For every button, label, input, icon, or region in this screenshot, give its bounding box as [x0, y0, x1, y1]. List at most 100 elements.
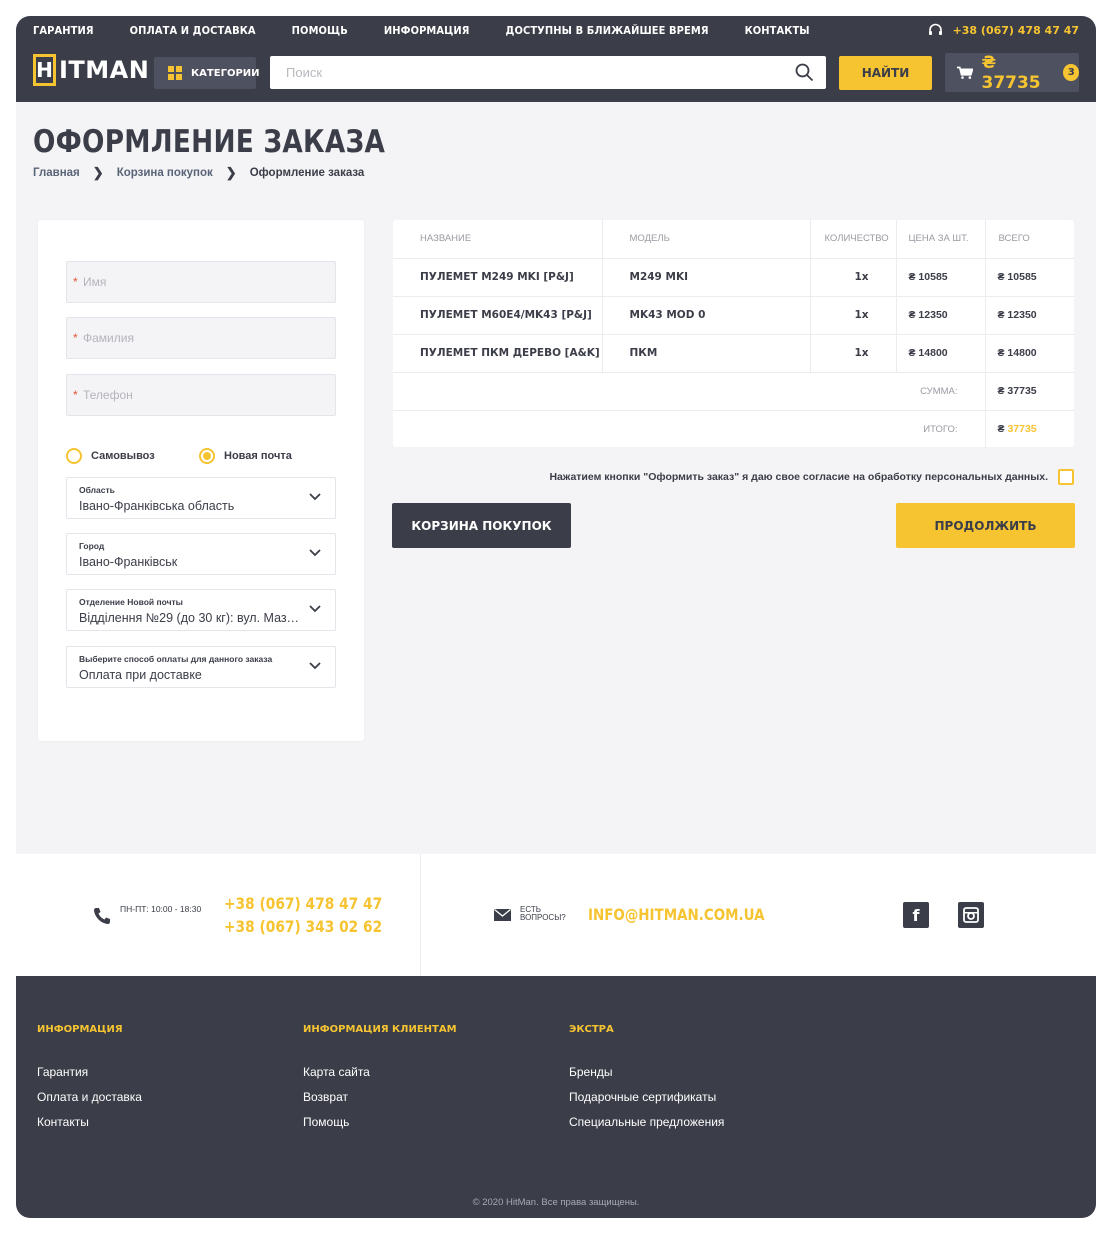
city-select-label: Город — [79, 541, 105, 551]
grand-total-value: ₴ 37735 — [984, 410, 1074, 448]
breadcrumb-cart[interactable]: Корзина покупок — [117, 167, 213, 179]
consent-text: Нажатием кнопки "Оформить заказ" я даю с… — [549, 471, 1048, 483]
copyright: © 2020 HitMan. Все права защищены. — [472, 1197, 640, 1208]
last-name-input[interactable] — [67, 318, 335, 358]
table-row: Пулемет ПКМ дерево [A&K] ПКМ 1x ₴ 14800 … — [393, 334, 1074, 373]
sum-value: ₴ 37735 — [984, 372, 1074, 411]
logo[interactable]: H ITMAN — [33, 54, 149, 86]
chevron-down-icon — [309, 662, 321, 670]
chevron-down-icon — [309, 549, 321, 557]
nav-info[interactable]: Информация — [384, 24, 470, 37]
payment-select[interactable]: Выберите способ оплаты для данного заказ… — [66, 646, 336, 688]
footer-col-clients: Информация клиентам Карта сайта Возврат … — [303, 1024, 457, 1140]
nav-contacts[interactable]: Контакты — [745, 24, 810, 37]
chevron-down-icon — [309, 605, 321, 613]
product-total: ₴ 14800 — [984, 334, 1074, 373]
breadcrumb: Главная ❯ Корзина покупок ❯ Оформление з… — [33, 165, 364, 181]
city-select[interactable]: Город Івано-Франківськ — [66, 533, 336, 575]
footer-phone-2[interactable]: +38 (067) 343 02 62 — [224, 915, 382, 938]
footer-link[interactable]: Карта сайта — [303, 1065, 457, 1079]
grid-icon — [168, 66, 182, 80]
search-box — [270, 56, 826, 89]
radio-circle — [66, 448, 82, 464]
instagram-glyph — [963, 907, 979, 923]
last-name-field: * — [66, 317, 336, 359]
phone-field: * — [66, 374, 336, 416]
continue-button[interactable]: Продолжить — [896, 503, 1075, 548]
product-price: ₴ 10585 — [895, 258, 985, 297]
radio-pickup[interactable]: Самовывоз — [66, 448, 199, 464]
product-name[interactable]: Пулемет M60E4/MK43 [P&J] — [393, 296, 602, 335]
logo-word: ITMAN — [59, 56, 150, 84]
delivery-options: Самовывоз Новая почта — [66, 448, 336, 464]
branch-select[interactable]: Отделение Новой почты Відділення №29 (до… — [66, 589, 336, 631]
required-mark: * — [73, 331, 78, 345]
region-select[interactable]: Область Івано-Франківська область — [66, 477, 336, 519]
nav-warranty[interactable]: Гарантия — [33, 24, 94, 37]
chevron-down-icon — [309, 493, 321, 501]
region-select-value: Івано-Франківська область — [79, 499, 235, 513]
consent-checkbox[interactable] — [1058, 469, 1074, 485]
first-name-field: * — [66, 261, 336, 303]
instagram-icon[interactable] — [958, 902, 984, 928]
categories-label: Категории — [191, 67, 260, 79]
divider — [420, 854, 421, 976]
footer-link[interactable]: Оплата и доставка — [37, 1090, 142, 1104]
product-qty: 1x — [809, 334, 896, 373]
nav-payment-delivery[interactable]: Оплата и доставка — [130, 24, 256, 37]
chevron-right-icon: ❯ — [225, 165, 237, 180]
branch-select-label: Отделение Новой почты — [79, 597, 183, 607]
nav-help[interactable]: Помощь — [292, 24, 348, 37]
footer-link[interactable]: Помощь — [303, 1115, 457, 1129]
page-frame: Гарантия Оплата и доставка Помощь Информ… — [16, 16, 1096, 1218]
top-nav: Гарантия Оплата и доставка Помощь Информ… — [33, 24, 846, 37]
consent-row: Нажатием кнопки "Оформить заказ" я даю с… — [549, 469, 1074, 485]
header: Гарантия Оплата и доставка Помощь Информ… — [16, 16, 1096, 102]
product-price: ₴ 14800 — [895, 334, 985, 373]
branch-select-value: Відділення №29 (до 30 кг): вул. Мазепи — [79, 611, 301, 625]
search-icon[interactable] — [795, 63, 814, 82]
footer-link[interactable]: Бренды — [569, 1065, 724, 1079]
product-model: ПКМ — [601, 334, 810, 373]
first-name-input[interactable] — [67, 262, 335, 302]
phone-icon — [94, 908, 110, 924]
header-phone-number: +38 (067) 478 47 47 — [952, 23, 1079, 37]
find-button[interactable]: Найти — [839, 56, 932, 90]
col-model-header: Модель — [601, 220, 810, 259]
table-row: Пулемет M249 MKI [P&J] M249 MKI 1x ₴ 105… — [393, 258, 1074, 297]
footer-link[interactable]: Возврат — [303, 1090, 457, 1104]
footer-link[interactable]: Контакты — [37, 1115, 142, 1129]
col-qty-header: Количество — [809, 220, 896, 259]
product-model: M249 MKI — [601, 258, 810, 297]
footer-link[interactable]: Гарантия — [37, 1065, 142, 1079]
footer-link[interactable]: Подарочные сертификаты — [569, 1090, 724, 1104]
grand-total-amount: 37735 — [1007, 423, 1037, 436]
footer-phones: +38 (067) 478 47 47 +38 (067) 343 02 62 — [224, 892, 382, 938]
phone-input[interactable] — [67, 375, 335, 415]
footer-col-title: Информация — [37, 1024, 123, 1035]
city-select-value: Івано-Франківськ — [79, 555, 178, 569]
header-phone[interactable]: +38 (067) 478 47 47 — [928, 23, 1079, 37]
product-name[interactable]: Пулемет M249 MKI [P&J] — [393, 258, 602, 297]
cart-count-badge: 3 — [1063, 64, 1079, 81]
cart-button[interactable]: ₴ 37735 3 — [945, 53, 1079, 93]
facebook-icon[interactable]: f — [903, 902, 929, 928]
categories-button[interactable]: Категории — [154, 57, 260, 89]
search-input[interactable] — [270, 56, 770, 89]
radio-nova-poshta-label: Новая почта — [224, 450, 292, 462]
footer-link[interactable]: Специальные предложения — [569, 1115, 724, 1129]
grand-total-row: Итого: ₴ 37735 — [393, 410, 1074, 448]
questions-label: ЕСТЬ ВОПРОСЫ? — [520, 906, 566, 922]
table-header-row: Название Модель Количество Цена за шт. В… — [393, 220, 1074, 259]
radio-circle-selected — [199, 448, 215, 464]
footer-email[interactable]: INFO@HITMAN.COM.UA — [588, 905, 765, 924]
footer-phone-1[interactable]: +38 (067) 478 47 47 — [224, 892, 382, 915]
radio-nova-poshta[interactable]: Новая почта — [199, 448, 292, 464]
work-hours: ПН-ПТ: 10:00 - 18:30 — [120, 904, 202, 914]
back-to-cart-button[interactable]: Корзина покупок — [392, 503, 571, 548]
product-name[interactable]: Пулемет ПКМ дерево [A&K] — [393, 334, 602, 373]
breadcrumb-home[interactable]: Главная — [33, 167, 80, 179]
footer: Информация Гарантия Оплата и доставка Ко… — [16, 976, 1096, 1218]
nav-coming-soon[interactable]: Доступны в ближайшее время — [506, 24, 709, 37]
product-total: ₴ 12350 — [984, 296, 1074, 335]
